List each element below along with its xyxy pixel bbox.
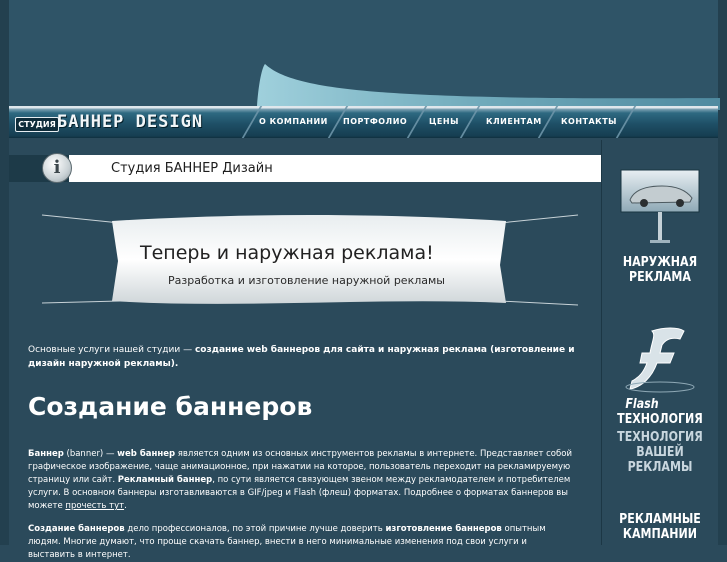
paragraph-banner-creation: Создание баннеров дело профессионалов, п… bbox=[28, 523, 576, 562]
sidebar-promo-flash-line2: ТЕХНОЛОГИЯ ВАШЕЙ РЕКЛАМЫ bbox=[617, 430, 703, 475]
sidebar-promo-flash[interactable]: Flash ТЕХНОЛОГИЯ ТЕХНОЛОГИЯ ВАШЕЙ РЕКЛАМ… bbox=[602, 325, 718, 475]
intro-text: Основные услуги нашей студии — создание … bbox=[28, 343, 598, 371]
sidebar-promo-campaigns-label: РЕКЛАМНЫЕ КАМПАНИИ bbox=[619, 512, 701, 542]
nav-separator bbox=[459, 106, 481, 138]
info-icon: i bbox=[42, 153, 72, 183]
nav-item-portfolio[interactable]: ПОРТФОЛИО bbox=[343, 117, 407, 126]
nav-item-prices[interactable]: ЦЕНЫ bbox=[429, 117, 459, 126]
brand-studio-label: СТУДИЯ bbox=[15, 117, 59, 132]
term-web-banner: web баннер bbox=[117, 449, 176, 459]
term-banner: Баннер bbox=[28, 449, 64, 459]
term-banner-production: изготовление баннеров bbox=[385, 524, 502, 534]
sidebar-promo-campaigns[interactable]: РЕКЛАМНЫЕ КАМПАНИИ bbox=[602, 510, 718, 545]
sidebar-promo-flash-word: Flash bbox=[625, 397, 659, 412]
term-ad-banner: Рекламный баннер bbox=[117, 475, 213, 485]
nav-item-about[interactable]: О КОМПАНИИ bbox=[259, 117, 328, 126]
banner-subline: Разработка и изготовление наружной рекла… bbox=[168, 274, 445, 287]
brand-logo-text[interactable]: БАННЕР DESIGN bbox=[57, 112, 203, 132]
left-frame bbox=[0, 0, 9, 545]
para1-text-4: . bbox=[124, 501, 127, 511]
promo-banner[interactable]: Теперь и наружная реклама! Разработка и … bbox=[40, 205, 580, 320]
section-heading: Создание баннеров bbox=[28, 392, 313, 421]
nav-separator bbox=[615, 106, 637, 138]
nav-item-contacts[interactable]: КОНТАКТЫ bbox=[561, 117, 617, 126]
sidebar-promo-outdoor-label: НАРУЖНАЯ РЕКЛАМА bbox=[622, 255, 698, 285]
page-title: Студия БАННЕР Дизайн bbox=[111, 161, 273, 176]
para1-text-1: (banner) — bbox=[63, 449, 118, 459]
para2-text-1: дело профессионалов, по этой причине луч… bbox=[124, 524, 386, 534]
sidebar-promo-outdoor[interactable]: НАРУЖНАЯ РЕКЛАМА bbox=[602, 160, 718, 290]
intro-text-start: Основные услуги нашей студии — bbox=[28, 345, 195, 355]
sidebar-promo-flash-line1: ТЕХНОЛОГИЯ bbox=[617, 412, 703, 427]
flash-logo-icon bbox=[625, 327, 695, 393]
billboard-car-icon bbox=[620, 169, 700, 243]
header-swoosh bbox=[257, 64, 720, 110]
nav-item-clients[interactable]: КЛИЕНТАМ bbox=[486, 117, 542, 126]
paragraph-banner-definition: Баннер (banner) — web баннер является од… bbox=[28, 448, 576, 513]
page-title-bar: i Студия БАННЕР Дизайн bbox=[9, 153, 601, 183]
term-banner-creation: Создание баннеров bbox=[28, 524, 125, 534]
read-more-link[interactable]: прочесть тут bbox=[65, 501, 124, 511]
banner-headline: Теперь и наружная реклама! bbox=[140, 242, 434, 264]
nav-separator bbox=[406, 106, 428, 138]
main-navbar: СТУДИЯ БАННЕР DESIGN О КОМПАНИИ ПОРТФОЛИ… bbox=[9, 106, 718, 138]
